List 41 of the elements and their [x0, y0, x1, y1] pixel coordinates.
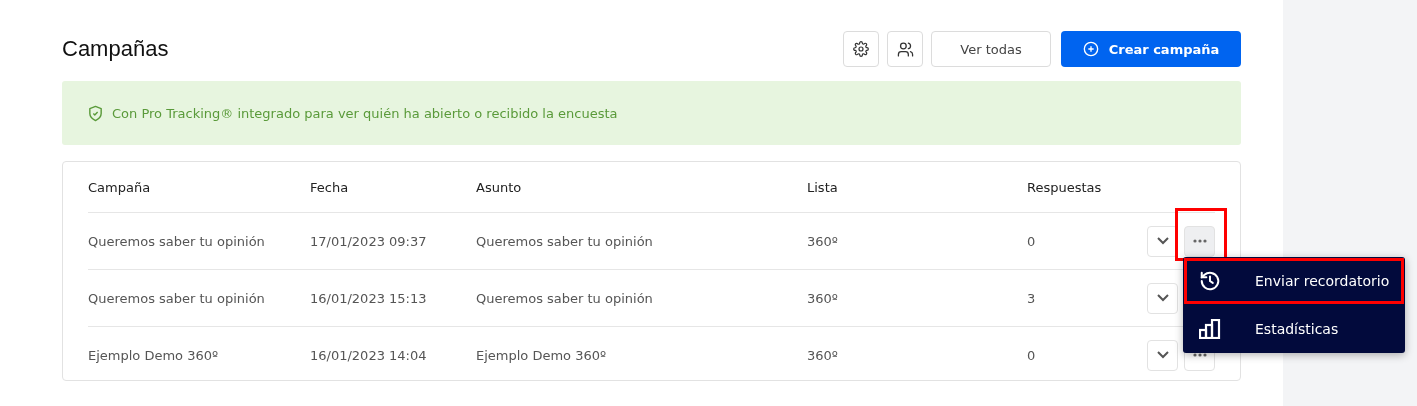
menu-item[interactable]: Estadísticas: [1183, 304, 1405, 353]
bar-chart-icon: [1199, 318, 1221, 339]
column-header: Asunto: [476, 179, 523, 195]
more-icon: [1192, 353, 1207, 357]
table-cell-text: Ejemplo Demo 360º: [476, 347, 608, 363]
more-icon: [1192, 239, 1207, 243]
table-cell-text: 0: [1027, 233, 1037, 249]
table-cell-text: Queremos saber tu opinión: [88, 290, 266, 306]
page-title: Campañas: [62, 36, 170, 62]
settings-button[interactable]: [843, 31, 879, 67]
banner-text: Con Pro Tracking® integrado para ver quién ha abierto o recibido la encuesta: [112, 105, 618, 121]
table-cell-text: 360º: [807, 290, 839, 306]
settings-icon: [853, 41, 869, 57]
table-cell-text: 16/01/2023 15:13: [310, 290, 428, 306]
table-cell-text: Queremos saber tu opinión: [88, 233, 266, 249]
column-header: Campaña: [88, 179, 152, 195]
table-cell-text: 0: [1027, 347, 1037, 363]
table-cell-text: Ejemplo Demo 360º: [88, 347, 220, 363]
chevron-down-icon: [1156, 237, 1169, 245]
shield-check-icon: [87, 104, 104, 122]
chevron-down-icon: [1156, 294, 1169, 302]
plus-circle-icon: [1082, 41, 1099, 57]
menu-item[interactable]: Enviar recordatorio: [1183, 256, 1405, 305]
users-icon: [896, 40, 914, 58]
expand-button[interactable]: [1147, 282, 1178, 314]
table-cell-text: Queremos saber tu opinión: [476, 233, 654, 249]
column-header: Fecha: [310, 179, 350, 195]
table-cell-text: 17/01/2023 09:37: [310, 233, 428, 249]
column-header: Lista: [807, 179, 839, 195]
table-cell-text: 3: [1027, 290, 1037, 306]
expand-button[interactable]: [1147, 339, 1178, 371]
chevron-down-icon: [1156, 351, 1169, 359]
users-button[interactable]: [887, 31, 923, 67]
table-cell-text: Queremos saber tu opinión: [476, 290, 654, 306]
table-cell-text: 360º: [807, 347, 839, 363]
view-all-button[interactable]: Ver todas: [931, 31, 1051, 67]
table-cell-text: 16/01/2023 14:04: [310, 347, 428, 363]
table-cell-text: 360º: [807, 233, 839, 249]
column-header: Respuestas: [1027, 179, 1103, 195]
create-campaign-button[interactable]: Crear campaña: [1061, 31, 1241, 67]
history-icon: [1199, 269, 1221, 292]
